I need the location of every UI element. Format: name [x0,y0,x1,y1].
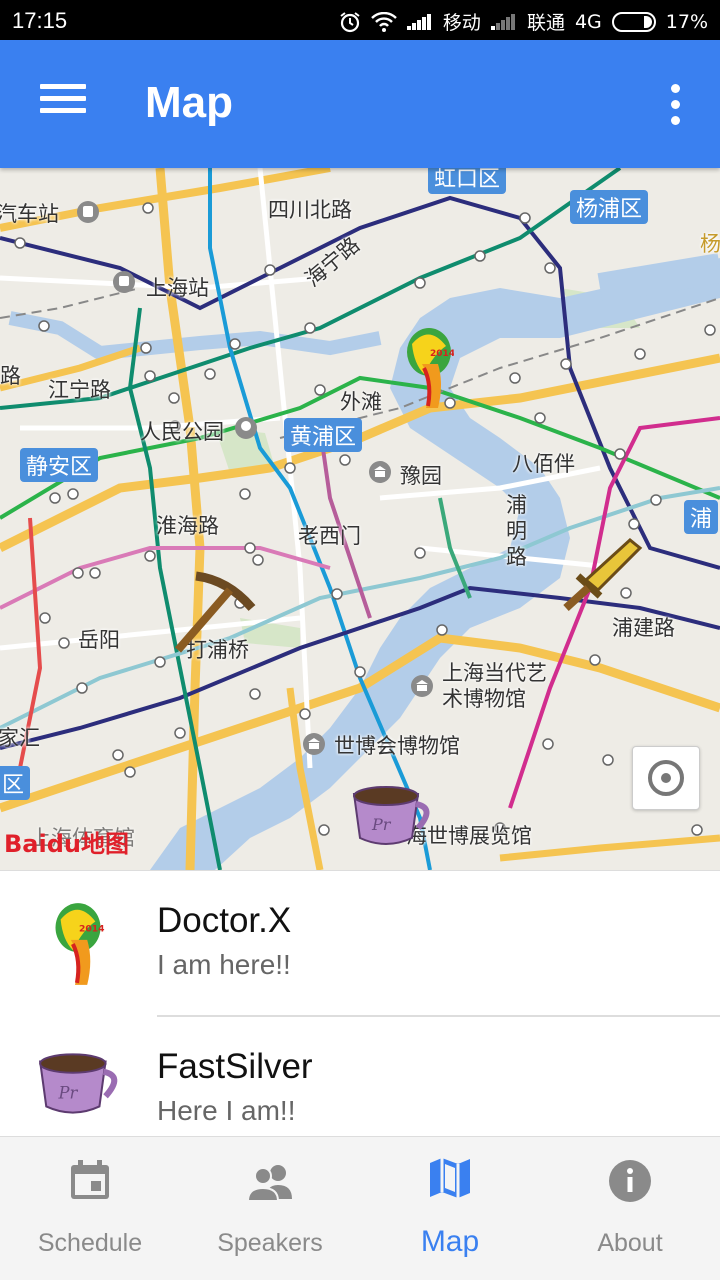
label-sichuan-rd: 四川北路 [268,198,352,222]
my-location-icon[interactable] [632,746,700,810]
tab-speakers-label: Speakers [217,1229,323,1257]
app-bar: Map [0,40,720,168]
tab-schedule-label: Schedule [37,1229,143,1257]
svg-text:2014: 2014 [430,349,454,359]
sword-icon[interactable] [556,534,646,618]
svg-text:2014: 2014 [79,924,105,935]
map-icon [430,1158,470,1198]
train-station-icon [113,271,135,293]
label-power-station: 上海当代艺术博物馆 [442,661,547,711]
label-yang: 杨 [700,232,720,256]
status-bar: 17:15 移动 联通 4G 17% [0,0,720,40]
tab-speakers[interactable]: Speakers [180,1137,360,1281]
label-lu: 路 [0,364,21,388]
svg-text:Pr: Pr [58,1083,79,1102]
worldcup-trophy-icon: 2014 [55,903,105,985]
label-shanghai-station: 上海站 [146,276,209,300]
page-title: Map [145,78,233,127]
label-bapuban: 八佰伴 [512,452,575,476]
calendar-icon [71,1160,109,1199]
signal-strength-icon [406,13,433,30]
museum-icon-2 [411,675,433,697]
label-xuhui: 家汇 [0,726,40,750]
signal-strength-icon-2 [490,13,517,30]
status-icons: 移动 联通 4G 17% [339,8,708,35]
carrier-1: 移动 [442,12,481,34]
map-canvas [0,168,720,870]
label-bus-station: 汽车站 [0,202,59,226]
tab-about-label: About [597,1229,663,1257]
pickaxe-icon[interactable] [170,568,260,658]
district-pudong: 浦 [684,500,719,534]
people-icon [248,1165,292,1202]
more-vert-icon[interactable] [660,84,690,128]
label-yuyuan: 豫园 [400,464,442,488]
tab-about[interactable]: About [540,1137,720,1281]
svg-text:Pr: Pr [371,815,392,834]
coffee-cup-icon: Pr [38,1053,118,1114]
network-type: 4G [574,10,602,33]
label-laoximen: 老西门 [298,524,361,548]
label-jiangning-rd: 江宁路 [48,378,111,402]
carrier-2: 联通 [526,12,565,34]
list-item-name: FastSilver [157,1047,313,1086]
park-icon [235,417,257,439]
bottom-navigation: Schedule Speakers Map About [0,1136,720,1280]
label-puming-rd: 浦明路 [506,493,527,569]
location-list: 2014 Doctor.X I am here!! Pr FastSilver … [0,870,720,1136]
museum-icon-3 [303,733,325,755]
label-expo-museum: 世博会博物馆 [334,734,460,758]
baidu-map-logo: Baidu地图 [4,830,129,858]
battery-percent: 17% [665,10,708,33]
list-item-message: I am here!! [157,949,291,980]
battery-icon [611,11,656,32]
status-time: 17:15 [12,8,68,33]
map-view[interactable]: 虹口区 杨浦区 黄浦区 静安区 浦 区 汽车站 四川北路 杨 上海站 海宁路 路… [0,168,720,870]
coffee-cup-icon[interactable]: Pr [348,780,438,852]
district-hongkou: 虹口区 [428,168,507,194]
label-waitan: 外滩 [340,390,382,414]
district-jingan: 静安区 [20,448,99,482]
district-huangpu: 黄浦区 [284,418,363,452]
hamburger-menu-icon[interactable] [40,84,86,120]
label-yueyang: 岳阳 [78,628,120,652]
district-left: 区 [0,766,31,800]
museum-icon [369,461,391,483]
info-icon [609,1160,651,1202]
list-item[interactable]: 2014 Doctor.X I am here!! [0,871,720,1017]
wifi-icon [371,11,397,32]
label-huaihai-rd: 淮海路 [156,514,219,538]
tab-map-label: Map [420,1225,480,1258]
bus-station-icon [77,201,99,223]
label-renmin-park: 人民公园 [140,420,224,444]
worldcup-trophy-icon[interactable]: 2014 [404,324,454,414]
tab-map[interactable]: Map [360,1137,540,1281]
list-item-name: Doctor.X [157,901,292,940]
list-item-message: Here I am!! [157,1095,296,1126]
tab-schedule[interactable]: Schedule [0,1137,180,1281]
district-yangpu: 杨浦区 [570,190,649,224]
alarm-icon [340,11,360,32]
